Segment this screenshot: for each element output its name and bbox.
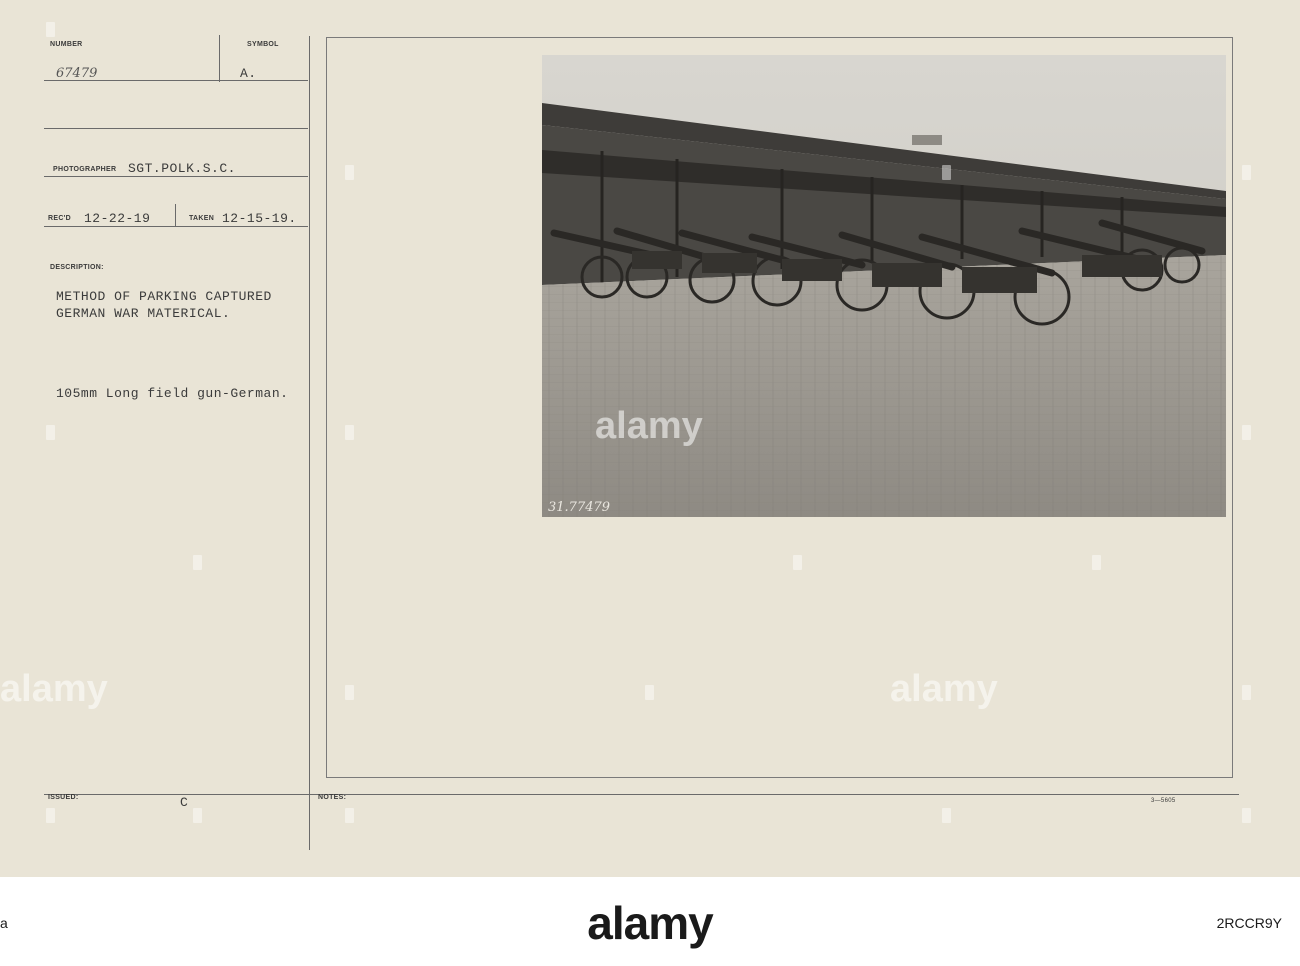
watermark-mark: [345, 165, 354, 180]
caption: 105mm Long field gun-German.: [56, 386, 289, 401]
watermark-mark: [46, 22, 55, 37]
watermark-center: alamy: [595, 405, 703, 447]
watermark-mark: [193, 808, 202, 823]
watermark-mark: [46, 808, 55, 823]
recd-taken-divider: [175, 204, 176, 226]
archive-card: NUMBER 67479 SYMBOL A. PHOTOGRAPHER SGT.…: [0, 0, 1300, 877]
number-value: 67479: [56, 66, 98, 81]
watermark-mark: [645, 685, 654, 700]
number-symbol-divider: [219, 35, 220, 82]
number-label: NUMBER: [50, 41, 83, 48]
watermark-mark: [345, 685, 354, 700]
description-line-2: GERMAN WAR MATERICAL.: [56, 306, 231, 321]
notes-label: NOTES:: [318, 794, 347, 801]
watermark-mark: [1242, 808, 1251, 823]
watermark-mark: [345, 425, 354, 440]
taken-label: TAKEN: [189, 215, 215, 222]
description-line-1: METHOD OF PARKING CAPTURED: [56, 289, 272, 304]
left-panel-border: [309, 36, 310, 850]
watermark-mark: [193, 555, 202, 570]
photographer-value: SGT.POLK.S.C.: [128, 161, 236, 176]
watermark-mark: [46, 425, 55, 440]
photographer-label: PHOTOGRAPHER: [53, 166, 117, 173]
watermark-right: alamy: [890, 668, 998, 710]
watermark-mark: [345, 808, 354, 823]
rule-bottom: [44, 794, 1239, 795]
footer-logo[interactable]: alamy: [0, 895, 1300, 951]
watermark-mark: [942, 165, 951, 180]
recd-value: 12-22-19: [84, 211, 151, 226]
watermark-mark: [1242, 425, 1251, 440]
watermark-mark: [793, 555, 802, 570]
issued-label: ISSUED:: [48, 794, 79, 801]
rule-photographer: [44, 176, 308, 177]
recd-label: REC'D: [48, 215, 71, 222]
footer-image-id: 2RCCR9Y: [1216, 915, 1282, 931]
taken-value: 12-15-19.: [222, 211, 297, 226]
watermark-left: alamy: [0, 668, 108, 710]
rule-dates: [44, 226, 308, 227]
symbol-value: A.: [240, 66, 257, 81]
footer-bar: a alamy 2RCCR9Y: [0, 877, 1300, 966]
watermark-mark: [1242, 685, 1251, 700]
watermark-mark: [1092, 555, 1101, 570]
rule-blank: [44, 128, 308, 129]
watermark-mark: [942, 808, 951, 823]
form-number: 3—5605: [1151, 798, 1176, 804]
issued-value: C: [180, 795, 189, 810]
watermark-mark: [1242, 165, 1251, 180]
negative-number: 31.77479: [548, 500, 610, 515]
symbol-label: SYMBOL: [247, 41, 279, 48]
description-label: DESCRIPTION:: [50, 264, 104, 271]
